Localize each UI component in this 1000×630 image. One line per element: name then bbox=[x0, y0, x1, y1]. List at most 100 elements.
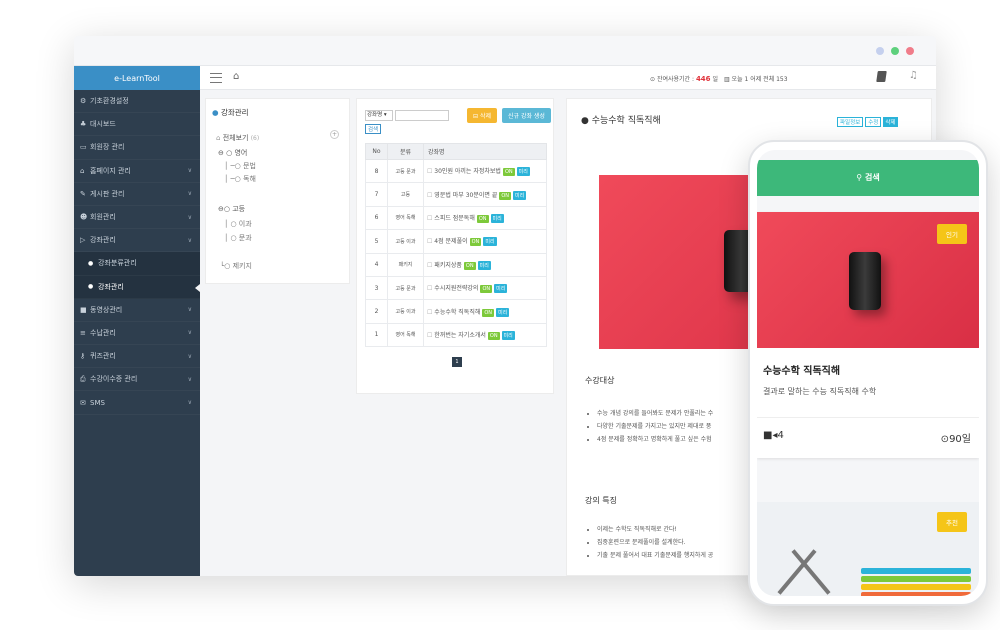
sidebar-item[interactable]: ■ 동영상관리 ∨ bbox=[74, 299, 200, 322]
window-dot-red[interactable] bbox=[906, 47, 914, 55]
window-dot-blue[interactable] bbox=[876, 47, 884, 55]
course-card[interactable]: 추천 bbox=[757, 502, 979, 596]
search-input[interactable] bbox=[395, 110, 449, 121]
table-row[interactable]: 5 고등 이과 ☐ 4점 문제풀이 ON 미리 bbox=[365, 229, 547, 254]
table-row[interactable]: 4 패키지 ☐ 패키지상품 ON 미리 bbox=[365, 252, 547, 277]
tree-node[interactable]: │ ─○ 문법 bbox=[224, 161, 256, 171]
table-row[interactable]: 7 고등 ☐ 영문법 마부 30분이면 끝 ON 미리 bbox=[365, 182, 547, 207]
new-course-button[interactable]: 신규 강좌 생성 bbox=[502, 108, 551, 123]
sidebar-item[interactable]: ✎ 게시판 관리 ∨ bbox=[74, 183, 200, 206]
table-row[interactable]: 3 고등 문과 ☐ 수시지원전략강의 ON 미리 bbox=[365, 275, 547, 301]
menu-toggle-icon[interactable] bbox=[210, 73, 222, 83]
row-course-name[interactable]: ☐ 수시지원전략강의 ON 미리 bbox=[423, 275, 547, 301]
course-card[interactable]: 인기 수능수학 직독직해 결과로 말하는 수능 직독직해 수학 ■◂4 ⊙90일 bbox=[757, 212, 979, 458]
chevron-down-icon: ∨ bbox=[187, 213, 192, 221]
status-on-badge[interactable]: ON bbox=[469, 238, 482, 247]
sidebar-item[interactable]: ♣ 대시보드 bbox=[74, 113, 200, 137]
row-course-name[interactable]: ☐ 수능수학 직독직해 ON 미리 bbox=[423, 299, 547, 324]
sidebar-item[interactable]: ☻ 회원관리 ∨ bbox=[74, 206, 200, 230]
sidebar-item[interactable]: ≡ 수납관리 ∨ bbox=[74, 322, 200, 346]
book-icon[interactable] bbox=[876, 71, 887, 82]
preview-badge[interactable]: 미리 bbox=[477, 260, 491, 270]
course-table: No 분류 강좌명 8 고등 문과 ☐ 30인원 아끼는 자정차보법 ON 미리 7 고등 ☐… bbox=[365, 143, 547, 348]
preview-badge[interactable]: 미리 bbox=[494, 284, 508, 294]
sidebar-item[interactable]: ▭ 회원장 관리 bbox=[74, 136, 200, 160]
mobile-search-button[interactable]: ⚲ 검색 bbox=[757, 160, 979, 196]
sidebar-item[interactable]: ▷ 강좌관리 ∨ bbox=[74, 229, 200, 253]
window-dot-green[interactable] bbox=[891, 47, 899, 55]
sidebar-item[interactable]: ⚷ 퀴즈관리 ∨ bbox=[74, 345, 200, 369]
table-row[interactable]: 2 고등 이과 ☐ 수능수학 직독직해 ON 미리 bbox=[365, 299, 547, 324]
course-duration: ⊙90일 bbox=[940, 434, 971, 445]
tree-node[interactable]: ⊖ ○ 영어 bbox=[218, 148, 247, 158]
preview-badge[interactable]: 미리 bbox=[496, 307, 510, 317]
tree-all[interactable]: ⌂ 전체보기 (6) bbox=[216, 133, 259, 143]
popular-badge: 인기 bbox=[937, 224, 967, 244]
row-course-name[interactable]: ☐ 30인원 아끼는 자정차보법 ON 미리 bbox=[423, 158, 547, 184]
envelope-icon: ✉ bbox=[80, 398, 86, 407]
tree-add-icon[interactable]: + bbox=[330, 130, 339, 139]
sidebar-item[interactable]: ⎙ 수강이수증 관리 ∨ bbox=[74, 368, 200, 392]
col-no[interactable]: No bbox=[365, 143, 388, 160]
file-info-button[interactable]: 파일정보 bbox=[837, 117, 864, 127]
sidebar-item[interactable]: ⌂ 홈페이지 관리 ∨ bbox=[74, 160, 200, 183]
card-title: 수능수학 직독직해 bbox=[763, 366, 841, 377]
search-icon: ⚲ bbox=[856, 173, 865, 182]
sidebar: e-LearnTool ⚙ 기초환경설정 ♣ 대시보드 ▭ 회원장 관리 ⌂ 홈페이지 관리 ∨… bbox=[74, 66, 200, 576]
sidebar-item-label: 홈페이지 관리 bbox=[90, 166, 131, 175]
status-on-badge[interactable]: ON bbox=[502, 168, 515, 177]
chart-icon: ▥ bbox=[723, 76, 730, 83]
status-on-badge[interactable]: ON bbox=[463, 261, 476, 270]
topbar: ⌂ ⊙ 잔여사용기간 : 446 일 ▥ 오늘 1 어제 전체 153 ♫ bbox=[200, 66, 936, 90]
search-select[interactable]: 강좌명 ▾ bbox=[365, 110, 393, 121]
col-category[interactable]: 분류 bbox=[387, 143, 424, 160]
preview-badge[interactable]: 미리 bbox=[516, 167, 530, 177]
row-course-name[interactable]: ☐ 패키지상품 ON 미리 bbox=[423, 252, 547, 277]
row-category: 고등 문과 bbox=[387, 158, 424, 184]
section-target-title: 수강대상 bbox=[585, 376, 615, 385]
status-on-badge[interactable]: ON bbox=[480, 285, 493, 294]
tree-node[interactable]: └○ 제키지 bbox=[220, 261, 252, 271]
edit-button[interactable]: 수정 bbox=[865, 117, 882, 127]
status-on-badge[interactable]: ON bbox=[476, 214, 489, 223]
preview-badge[interactable]: 미리 bbox=[490, 213, 504, 223]
row-course-name[interactable]: ☐ 한꺼번는 자기소개서 ON 미리 bbox=[423, 322, 547, 348]
delete-button[interactable]: ⊟ 삭제 bbox=[467, 108, 497, 123]
tree-title: ● 강좌관리 bbox=[212, 108, 249, 117]
detail-title: ● 수능수학 직독직해 bbox=[581, 116, 661, 126]
table-row[interactable]: 8 고등 문과 ☐ 30인원 아끼는 자정차보법 ON 미리 bbox=[365, 158, 547, 184]
tree-node[interactable]: │ ─○ 독해 bbox=[224, 174, 256, 184]
table-row[interactable]: 6 영어 독해 ☐ 스피드 점문독해 ON 미리 bbox=[365, 205, 547, 231]
tree-node[interactable]: ⊖○ 고등 bbox=[218, 204, 245, 214]
remove-button[interactable]: 삭제 bbox=[883, 117, 898, 127]
table-row[interactable]: 1 영어 독해 ☐ 한꺼번는 자기소개서 ON 미리 bbox=[365, 322, 547, 348]
row-course-name[interactable]: ☐ 4점 문제풀이 ON 미리 bbox=[423, 229, 547, 254]
tree-node[interactable]: │ ○ 문과 bbox=[224, 233, 252, 243]
course-name: 4점 문제풀이 bbox=[434, 238, 468, 246]
preview-badge[interactable]: 미리 bbox=[513, 190, 527, 200]
brand-logo[interactable]: e-LearnTool bbox=[74, 66, 200, 90]
sidebar-item[interactable]: ✉ SMS ∨ bbox=[74, 391, 200, 415]
pagination-page[interactable]: 1 bbox=[452, 357, 462, 367]
row-course-name[interactable]: ☐ 영문법 마부 30분이면 끝 ON 미리 bbox=[423, 182, 547, 207]
status-text: ⊙ 잔여사용기간 : 446 일 ▥ 오늘 1 어제 전체 153 bbox=[650, 74, 788, 83]
tree-node[interactable]: │ ○ 이과 bbox=[224, 219, 252, 229]
sidebar-item[interactable]: ● 강좌분류관리 bbox=[74, 252, 200, 276]
chevron-down-icon: ∨ bbox=[187, 329, 192, 337]
sidebar-item[interactable]: ● 강좌관리 bbox=[74, 275, 200, 299]
search-button[interactable]: 검색 bbox=[365, 124, 382, 134]
course-name: 한꺼번는 자기소개서 bbox=[434, 331, 486, 339]
row-no: 1 bbox=[365, 322, 388, 348]
preview-badge[interactable]: 미리 bbox=[501, 330, 515, 340]
row-no: 5 bbox=[365, 229, 388, 254]
sidebar-item[interactable]: ⚙ 기초환경설정 bbox=[74, 90, 200, 114]
status-on-badge[interactable]: ON bbox=[499, 191, 512, 200]
col-name[interactable]: 강좌명 bbox=[423, 143, 547, 160]
row-course-name[interactable]: ☐ 스피드 점문독해 ON 미리 bbox=[423, 205, 547, 231]
status-on-badge[interactable]: ON bbox=[487, 331, 500, 340]
row-category: 패키지 bbox=[387, 252, 424, 277]
preview-badge[interactable]: 미리 bbox=[483, 237, 497, 247]
status-on-badge[interactable]: ON bbox=[482, 308, 495, 317]
home-icon[interactable]: ⌂ bbox=[233, 71, 239, 82]
bell-icon[interactable]: ♫ bbox=[909, 70, 918, 81]
